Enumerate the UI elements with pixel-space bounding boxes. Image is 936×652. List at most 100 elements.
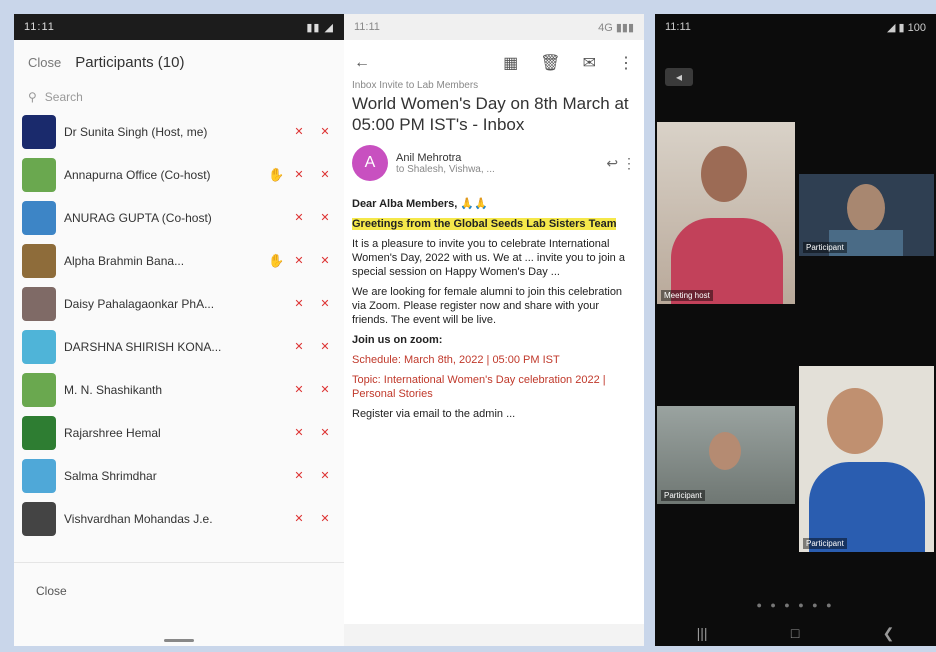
mic-muted-icon[interactable]: ✕	[292, 254, 306, 267]
mic-muted-icon[interactable]: ✕	[292, 512, 306, 525]
video-tile[interactable]: Participant	[799, 174, 934, 256]
avatar	[22, 415, 56, 450]
camera-off-icon[interactable]: ✕	[314, 211, 336, 224]
mic-muted-icon[interactable]: ✕	[292, 168, 306, 181]
close-button[interactable]: Close	[36, 584, 67, 598]
search-icon: ⚲	[28, 90, 37, 104]
avatar	[22, 286, 56, 321]
tile-label: Participant	[803, 538, 847, 549]
raised-hand-icon: ✋	[268, 252, 285, 268]
avatar	[22, 243, 56, 278]
participant-row[interactable]: Dr Sunita Singh (Host, me) ✕ ✕	[14, 110, 344, 153]
status-time: 11:11	[665, 21, 691, 33]
camera-off-icon[interactable]: ✕	[314, 125, 336, 138]
delete-icon[interactable]: 🗑	[540, 53, 560, 73]
participant-row[interactable]: Rajarshree Hemal ✕ ✕	[14, 411, 344, 454]
avatar: A	[352, 145, 388, 181]
body-paragraph: It is a pleasure to invite you to celebr…	[352, 238, 625, 278]
camera-off-icon[interactable]: ✕	[314, 426, 336, 439]
mic-muted-icon[interactable]: ✕	[292, 211, 306, 224]
avatar	[22, 200, 56, 235]
body-paragraph: Register via email to the admin ...	[352, 408, 516, 420]
mic-muted-icon[interactable]: ✕	[292, 469, 306, 482]
participant-row[interactable]: Annapurna Office (Co-host) ✋ ✕ ✕	[14, 153, 344, 196]
participant-row[interactable]: Vishvardhan Mohandas J.e. ✕ ✕	[14, 497, 344, 540]
status-time: 11:11	[24, 21, 55, 33]
divider	[14, 562, 344, 563]
camera-off-icon[interactable]: ✕	[314, 340, 336, 353]
status-icons: 4G ▮▮▮	[598, 21, 634, 34]
video-tile[interactable]: Participant	[799, 366, 934, 552]
mic-muted-icon[interactable]: ✕	[292, 125, 306, 138]
page-dots: ● ● ● ● ● ●	[756, 600, 835, 610]
camera-off-icon[interactable]: ✕	[314, 512, 336, 525]
participant-row[interactable]: DARSHNA SHIRISH KONA... ✕ ✕	[14, 325, 344, 368]
tile-label: Meeting host	[661, 290, 713, 301]
sender-row: A Anil Mehrotra to Shalesh, Vishwa, ... …	[344, 135, 644, 191]
mic-muted-icon[interactable]: ✕	[292, 297, 306, 310]
greeting-line: Dear Alba Members, 🙏🙏	[352, 198, 488, 210]
status-time: 11:11	[354, 21, 380, 33]
participant-row[interactable]: ANURAG GUPTA (Co-host) ✕ ✕	[14, 196, 344, 239]
nav-bar: ||| □ ❮	[655, 620, 936, 646]
more-icon[interactable]: ⋮	[618, 53, 634, 73]
participant-row[interactable]: Salma Shrimdhar ✕ ✕	[14, 454, 344, 497]
gesture-bar	[164, 639, 194, 642]
back-arrow-icon[interactable]: ←	[354, 54, 370, 72]
email-body: Dear Alba Members, 🙏🙏 Greetings from the…	[344, 197, 644, 421]
video-tile[interactable]: Participant	[657, 406, 795, 504]
back-icon[interactable]: ❮	[883, 625, 895, 642]
participants-header: Close Participants (10)	[14, 40, 344, 84]
avatar	[22, 458, 56, 493]
email-panel: 11:11 4G ▮▮▮ ← ▦ 🗑 ✉ ⋮ Inbox Invite to L…	[344, 14, 644, 646]
status-bar: 11:11 4G ▮▮▮	[344, 14, 644, 40]
tile-label: Participant	[803, 242, 847, 253]
participant-name: Rajarshree Hemal	[64, 425, 161, 440]
camera-off-icon[interactable]: ✕	[314, 254, 336, 267]
sender-recipients[interactable]: to Shalesh, Vishwa, ...	[396, 164, 495, 175]
participant-row[interactable]: Daisy Pahalagaonkar PhA... ✕ ✕	[14, 282, 344, 325]
email-subject: World Women's Day on 8th March at 05:00 …	[352, 94, 629, 134]
participant-name: ANURAG GUPTA (Co-host)	[64, 210, 212, 225]
back-button[interactable]: ◂	[665, 68, 693, 86]
participant-name: Salma Shrimdhar	[64, 468, 157, 483]
video-panel: 11:11 ◢ ▮ 100 ◂ Meeting host Participant…	[655, 14, 936, 646]
nav-bar	[344, 624, 644, 646]
mail-icon[interactable]: ✉	[583, 53, 596, 73]
topic-line[interactable]: Topic: International Women's Day celebra…	[352, 373, 636, 401]
camera-off-icon[interactable]: ✕	[314, 168, 336, 181]
participant-row[interactable]: Alpha Brahmin Bana... ✋ ✕ ✕	[14, 239, 344, 282]
page-title: Participants (10)	[75, 53, 185, 71]
avatar	[22, 501, 56, 536]
mic-muted-icon[interactable]: ✕	[292, 383, 306, 396]
search-bar[interactable]: ⚲ Search	[14, 84, 344, 110]
search-input[interactable]: Search	[45, 90, 83, 104]
camera-off-icon[interactable]: ✕	[314, 383, 336, 396]
camera-off-icon[interactable]: ✕	[314, 297, 336, 310]
video-tile[interactable]: Meeting host	[657, 122, 795, 304]
mic-muted-icon[interactable]: ✕	[292, 340, 306, 353]
sender-name: Anil Mehrotra	[396, 151, 462, 164]
body-paragraph: We are looking for female alumni to join…	[352, 286, 623, 326]
participant-row[interactable]: M. N. Shashikanth ✕ ✕	[14, 368, 344, 411]
participant-name: Daisy Pahalagaonkar PhA...	[64, 296, 215, 311]
recent-apps-icon[interactable]: |||	[697, 625, 708, 641]
tile-label: Participant	[661, 490, 705, 501]
schedule-line[interactable]: Schedule: March 8th, 2022 | 05:00 PM IST	[352, 353, 636, 367]
reply-icon[interactable]: ↩ ⋮	[606, 155, 636, 172]
participant-name: Vishvardhan Mohandas J.e.	[64, 511, 213, 526]
participant-name: DARSHNA SHIRISH KONA...	[64, 339, 222, 354]
participant-name: M. N. Shashikanth	[64, 382, 163, 397]
camera-off-icon[interactable]: ✕	[314, 469, 336, 482]
close-link[interactable]: Close	[28, 55, 61, 70]
join-heading: Join us on zoom:	[352, 334, 443, 346]
participants-panel: 11:11 ▮▮ ◢ Close Participants (10) ⚲ Sea…	[14, 14, 344, 646]
home-icon[interactable]: □	[791, 625, 799, 641]
mic-muted-icon[interactable]: ✕	[292, 426, 306, 439]
participant-list: Dr Sunita Singh (Host, me) ✕ ✕ Annapurna Of…	[14, 110, 344, 540]
status-bar: 11:11 ◢ ▮ 100	[655, 14, 936, 40]
avatar	[22, 114, 56, 149]
participant-name: Dr Sunita Singh (Host, me)	[64, 124, 208, 139]
archive-icon[interactable]: ▦	[503, 53, 518, 73]
avatar	[22, 157, 56, 192]
